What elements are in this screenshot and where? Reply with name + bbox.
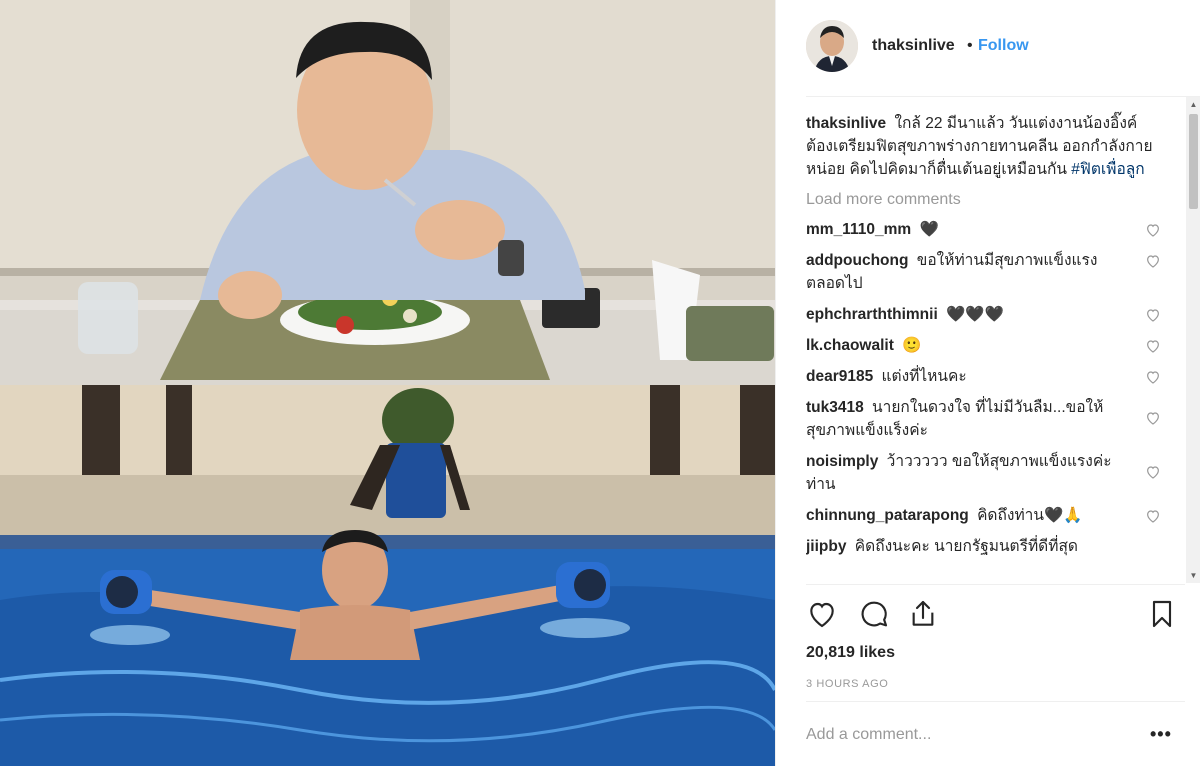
comment-item: tuk3418 นายกในดวงใจ ที่ไม่มีวันลืม...ขอใ… — [806, 396, 1161, 442]
follow-button[interactable]: Follow — [978, 37, 1029, 55]
comment-item: dear9185 แต่งที่ไหนคะ — [806, 365, 1161, 388]
comment-text: 🖤🖤🖤 — [946, 306, 1004, 323]
comment-username[interactable]: jiipby — [806, 538, 846, 555]
comment-box-divider — [806, 701, 1185, 702]
post-side-panel: thaksinlive • Follow thaksinlive ใกล้ 22… — [775, 0, 1200, 766]
comment-username[interactable]: tuk3418 — [806, 399, 864, 416]
comment-text: คิดถึงนะคะ นายกรัฐมนตรีที่ดีที่สุด — [854, 538, 1078, 555]
comment-text: คิดถึงท่าน🖤🙏 — [977, 507, 1083, 524]
comment-username[interactable]: chinnung_patarapong — [806, 507, 969, 524]
post-actions — [806, 598, 1172, 634]
actions-divider — [806, 584, 1185, 585]
likes-count[interactable]: 20,819 likes — [806, 644, 895, 662]
post-photo-collage — [0, 0, 775, 766]
comment-item: ephchrarththimnii 🖤🖤🖤 — [806, 303, 1161, 326]
comment-username[interactable]: mm_1110_mm — [806, 221, 911, 238]
scroll-thumb[interactable] — [1189, 114, 1198, 209]
comment-item: lk.chaowalit 🙂 — [806, 334, 1161, 357]
comment-like-heart-icon[interactable] — [1145, 508, 1161, 524]
caption-hashtag[interactable]: #ฟิตเพื่อลูก — [1071, 161, 1144, 178]
comment-item: addpouchong ขอให้ท่านมีสุขภาพแข็งแรงตลอด… — [806, 249, 1161, 295]
dining-photo — [0, 0, 775, 385]
comment-item: jiipby คิดถึงนะคะ นายกรัฐมนตรีที่ดีที่สุ… — [806, 535, 1161, 558]
post-username[interactable]: thaksinlive — [872, 37, 955, 55]
pool-photo — [0, 385, 775, 766]
comment-like-heart-icon[interactable] — [1145, 307, 1161, 323]
comment-like-heart-icon[interactable] — [1145, 338, 1161, 354]
comment-icon[interactable] — [858, 598, 890, 630]
heart-icon[interactable] — [806, 598, 838, 630]
comment-like-heart-icon[interactable] — [1145, 410, 1161, 426]
comment-item: mm_1110_mm 🖤 — [806, 218, 1161, 241]
comments-scrollbar[interactable]: ▲ ▼ — [1186, 97, 1200, 583]
comments-list: thaksinlive ใกล้ 22 มีนาแล้ว วันแต่งงานน… — [806, 110, 1161, 582]
comment-text: 🖤 — [919, 221, 939, 238]
comment-item: chinnung_patarapong คิดถึงท่าน🖤🙏 — [806, 504, 1161, 527]
scroll-down-arrow-icon[interactable]: ▼ — [1186, 568, 1200, 583]
separator-dot: • — [967, 37, 973, 54]
comment-item: noisimply ว้าววววว ขอให้สุขภาพแข็งแรงค่ะ… — [806, 450, 1161, 496]
comment-username[interactable]: noisimply — [806, 453, 878, 470]
header-divider — [806, 96, 1200, 97]
avatar[interactable] — [806, 20, 858, 72]
caption-username[interactable]: thaksinlive — [806, 115, 886, 132]
post-header: thaksinlive • Follow — [776, 0, 1200, 95]
caption: thaksinlive ใกล้ 22 มีนาแล้ว วันแต่งงานน… — [806, 112, 1161, 181]
comment-username[interactable]: lk.chaowalit — [806, 337, 894, 354]
post-timestamp[interactable]: 3 HOURS AGO — [806, 678, 888, 690]
more-options-icon[interactable]: ••• — [1150, 724, 1172, 745]
post-image — [0, 0, 775, 766]
comment-like-heart-icon[interactable] — [1145, 253, 1161, 269]
comment-username[interactable]: ephchrarththimnii — [806, 306, 938, 323]
share-icon[interactable] — [907, 598, 939, 630]
comment-username[interactable]: dear9185 — [806, 368, 873, 385]
bookmark-icon[interactable] — [1146, 598, 1178, 630]
avatar-image — [806, 20, 858, 72]
comment-like-heart-icon[interactable] — [1145, 464, 1161, 480]
scroll-up-arrow-icon[interactable]: ▲ — [1186, 97, 1200, 112]
comment-like-heart-icon[interactable] — [1145, 369, 1161, 385]
comment-like-heart-icon[interactable] — [1145, 222, 1161, 238]
comment-username[interactable]: addpouchong — [806, 252, 908, 269]
comment-text: 🙂 — [902, 337, 922, 354]
load-more-comments-button[interactable]: Load more comments — [806, 191, 1161, 209]
comment-text: แต่งที่ไหนคะ — [881, 368, 967, 385]
add-comment-input[interactable] — [806, 726, 1106, 744]
